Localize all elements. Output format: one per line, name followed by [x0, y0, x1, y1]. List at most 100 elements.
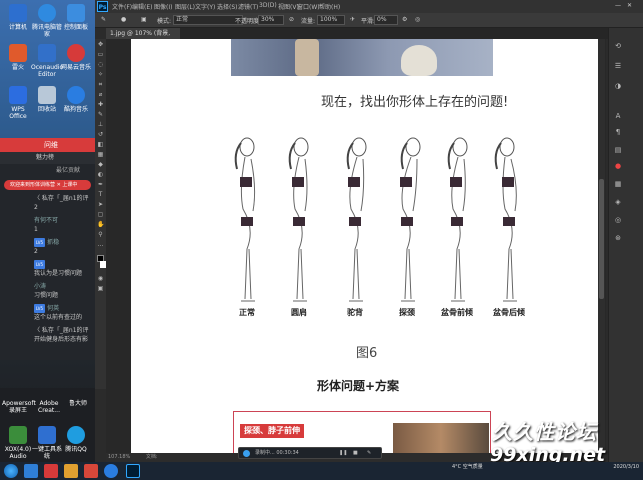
dodge-tool-icon[interactable]: ◐	[97, 171, 104, 178]
document-heading: 现在，找出你形体上存在的问题!	[321, 95, 509, 110]
hand-tool-icon[interactable]: ✋	[97, 221, 104, 228]
lasso-tool-icon[interactable]: ◌	[97, 61, 104, 68]
desktop-icon-ludashi[interactable]: 鲁大师	[62, 400, 94, 407]
menu-type[interactable]: 文字(Y)	[195, 2, 215, 11]
stamp-tool-icon[interactable]: ⊥	[97, 121, 104, 128]
menu-3d[interactable]: 3D(D)	[259, 2, 277, 9]
libraries-panel-icon[interactable]: ▤	[613, 146, 623, 156]
desktop-icon-system-tool[interactable]: 一键工具系统	[31, 426, 63, 460]
blur-tool-icon[interactable]: ◆	[97, 161, 104, 168]
taskbar-clock[interactable]: 2020/3/10	[613, 464, 639, 471]
paragraph-panel-icon[interactable]: ¶	[613, 128, 623, 138]
desktop-icon-recycle-bin[interactable]: 回收站	[31, 86, 63, 113]
taskbar-kugou-icon[interactable]	[104, 464, 118, 478]
menu-layer[interactable]: 图层(L)	[175, 2, 195, 11]
document-tab-bar: 1.jpg @ 107% (背景, RGB/8) *	[106, 28, 626, 48]
smoothing-input[interactable]: 0%	[374, 15, 398, 25]
desktop-icon-wps[interactable]: WPS Office	[2, 86, 34, 120]
more-tools-icon[interactable]: …	[97, 241, 104, 248]
brush-settings-icon[interactable]: ▣	[141, 16, 147, 23]
leihuo-icon	[9, 44, 27, 62]
menu-edit[interactable]: 编辑(E)	[132, 2, 152, 11]
crop-tool-icon[interactable]: ⌗	[97, 81, 104, 88]
desktop-icon-kugou[interactable]: 酷狗音乐	[60, 86, 92, 113]
properties-panel-icon[interactable]: ☰	[613, 62, 623, 72]
pause-icon[interactable]: ❚❚	[339, 448, 347, 458]
close-icon[interactable]: ✕	[627, 2, 632, 9]
color-panel-icon[interactable]: ●	[613, 162, 623, 172]
menu-filter[interactable]: 滤镜(T)	[238, 2, 258, 11]
airbrush-icon[interactable]: ✈	[350, 16, 355, 23]
shape-tool-icon[interactable]: ▢	[97, 211, 104, 218]
healing-tool-icon[interactable]: ✚	[97, 101, 104, 108]
smoothing-settings-icon[interactable]: ⚙	[402, 16, 407, 23]
desktop-icon-netease-music[interactable]: 网易云音乐	[60, 44, 92, 71]
vertical-scrollbar[interactable]	[598, 39, 605, 453]
pressure-size-icon[interactable]: ◎	[415, 16, 420, 23]
mode-label: 模式:	[157, 18, 172, 25]
mode-select[interactable]: 正常	[173, 15, 243, 25]
menu-view[interactable]: 视图(V)	[278, 2, 299, 11]
channels-panel-icon[interactable]: ◎	[613, 216, 623, 226]
taskbar-photoshop-icon[interactable]	[126, 464, 140, 478]
scrollbar-thumb[interactable]	[599, 179, 604, 299]
weather-widget[interactable]: 4°C 空气质量	[452, 464, 483, 471]
desktop-icon-ocenaudio[interactable]: Ocenaudio Editor	[31, 44, 63, 78]
taskbar-app-icon[interactable]	[44, 464, 58, 478]
desktop-icon-leihuo[interactable]: 雷火	[2, 44, 34, 71]
desktop-icon-xox-audio[interactable]: XOX(4.0) Audio	[2, 426, 34, 460]
taskbar-app-icon[interactable]	[64, 464, 78, 478]
chat-message-text: 2	[34, 248, 38, 255]
menu-image[interactable]: 图像(I)	[154, 2, 172, 11]
swatches-panel-icon[interactable]: ▦	[613, 180, 623, 190]
zoom-tool-icon[interactable]: ⚲	[97, 231, 104, 238]
quick-mask-icon[interactable]: ◉	[97, 275, 104, 282]
eyedropper-tool-icon[interactable]: ⌀	[97, 91, 104, 98]
quick-select-tool-icon[interactable]: ✧	[97, 71, 104, 78]
menu-window[interactable]: 窗口(W)	[297, 2, 320, 11]
pressure-opacity-icon[interactable]: ⊘	[289, 16, 294, 23]
taskbar-app-icon[interactable]	[84, 464, 98, 478]
marquee-tool-icon[interactable]: ▭	[97, 51, 104, 58]
adjustments-panel-icon[interactable]: ◑	[613, 82, 623, 92]
stop-icon[interactable]: ■	[353, 448, 358, 458]
move-tool-icon[interactable]: ✥	[97, 41, 104, 48]
character-panel-icon[interactable]: A	[613, 112, 623, 122]
chat-title[interactable]: 问维	[0, 138, 95, 152]
opacity-input[interactable]: 30%	[258, 15, 284, 25]
menu-select[interactable]: 选择(S)	[217, 2, 238, 11]
brush-tool-icon[interactable]: ✎	[101, 16, 106, 23]
minimize-icon[interactable]: —	[615, 2, 621, 9]
desktop-icon-computer[interactable]: 计算机	[2, 4, 34, 31]
pen-tool-icon[interactable]: ✒	[97, 181, 104, 188]
document-tab[interactable]: 1.jpg @ 107% (背景, RGB/8) *	[106, 28, 180, 48]
screen-mode-icon[interactable]: ▣	[97, 285, 104, 292]
pen-annotate-icon[interactable]: ✎	[367, 448, 371, 458]
start-button-icon[interactable]	[4, 464, 18, 478]
layers-panel-icon[interactable]: ◈	[613, 198, 623, 208]
taskbar-explorer-icon[interactable]	[24, 464, 38, 478]
path-select-tool-icon[interactable]: ➤	[97, 201, 104, 208]
brush-tool-icon[interactable]: ✎	[97, 111, 104, 118]
gradient-tool-icon[interactable]: ▦	[97, 151, 104, 158]
history-brush-icon[interactable]: ↺	[97, 131, 104, 138]
paths-panel-icon[interactable]: ⊛	[613, 234, 623, 244]
desktop-icon-adobe[interactable]: Adobe Creat...	[33, 400, 65, 414]
desktop-icon-apowersoft[interactable]: Apowersoft 录屏王	[2, 400, 36, 414]
chat-tab-ranking[interactable]: 魅力榜	[0, 152, 95, 164]
desktop-icon-tencent[interactable]: 腾讯电脑管家	[31, 4, 63, 38]
history-panel-icon[interactable]: ⟲	[613, 42, 623, 52]
document-info[interactable]: 文档:	[146, 454, 158, 460]
menu-help[interactable]: 帮助(H)	[319, 2, 340, 11]
desktop-icon-qq[interactable]: 腾讯QQ	[60, 426, 92, 453]
document-canvas[interactable]: 现在，找出你形体上存在的问题! 正常 圆肩 驼背 探颈 盆骨前倾 盆骨后倾 图6…	[131, 39, 601, 453]
flow-input[interactable]: 100%	[317, 15, 345, 25]
menu-file[interactable]: 文件(F)	[112, 2, 132, 11]
chat-message: LV5 我认为是习惯问题	[0, 258, 95, 280]
brush-size-icon[interactable]: ●	[121, 16, 126, 23]
type-tool-icon[interactable]: T	[97, 191, 104, 198]
zoom-level[interactable]: 107.18%	[108, 454, 130, 460]
eraser-tool-icon[interactable]: ◧	[97, 141, 104, 148]
screen-recorder-bar[interactable]: 录制中... 00:30:34 ❚❚ ■ ✎	[238, 447, 382, 459]
desktop-icon-control-panel[interactable]: 控制面板	[60, 4, 92, 31]
